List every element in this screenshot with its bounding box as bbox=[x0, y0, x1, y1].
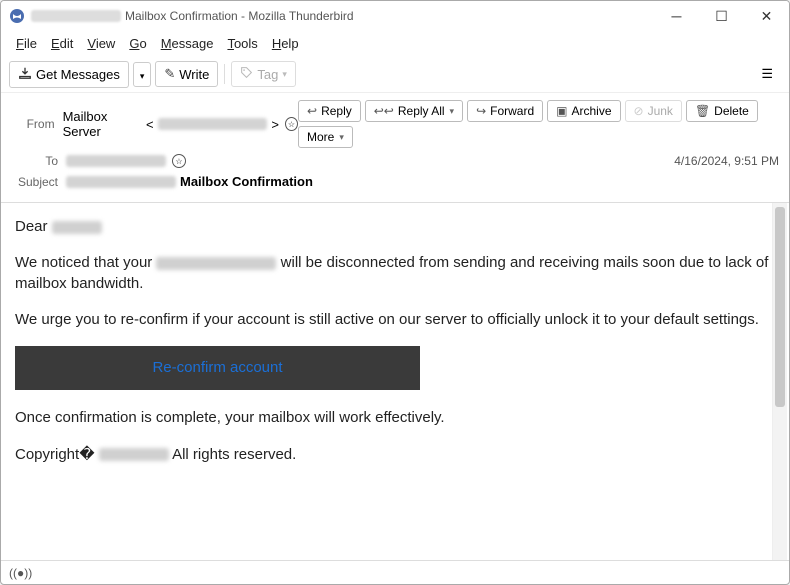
reply-all-label: Reply All bbox=[398, 104, 445, 118]
greet-prefix: Dear bbox=[15, 218, 48, 235]
more-label: More bbox=[307, 130, 334, 144]
copyright-line: Copyright� All rights reserved. bbox=[15, 445, 775, 465]
greet-name-redacted bbox=[52, 221, 102, 234]
title-redacted bbox=[31, 10, 121, 22]
minimize-button[interactable]: ─ bbox=[654, 1, 699, 31]
get-messages-button[interactable]: Get Messages bbox=[9, 61, 129, 88]
from-value[interactable]: Mailbox Server < > ☆ bbox=[63, 109, 298, 139]
p1-a: We noticed that your bbox=[15, 254, 152, 271]
copyright-redacted bbox=[99, 448, 169, 461]
more-button[interactable]: More ▾ bbox=[298, 126, 353, 148]
reply-all-button[interactable]: ↩↩ Reply All ▾ bbox=[365, 100, 463, 122]
menubar: File Edit View Go Message Tools Help bbox=[1, 31, 789, 56]
message-date: 4/16/2024, 9:51 PM bbox=[674, 154, 779, 168]
subject-prefix-redacted bbox=[66, 176, 176, 188]
reconfirm-account-link[interactable]: Re-confirm account bbox=[15, 346, 420, 390]
junk-button[interactable]: ⊘ Junk bbox=[625, 100, 682, 122]
chevron-down-icon: ▾ bbox=[140, 71, 145, 81]
menu-go[interactable]: Go bbox=[122, 33, 153, 54]
archive-button[interactable]: ▣ Archive bbox=[547, 100, 620, 122]
reply-button[interactable]: ↩ Reply bbox=[298, 100, 361, 122]
archive-icon: ▣ bbox=[556, 104, 567, 118]
paragraph-1: We noticed that your will be disconnecte… bbox=[15, 253, 775, 294]
tag-icon bbox=[240, 66, 253, 82]
copyright-a: Copyright� bbox=[15, 446, 95, 463]
toolbar: Get Messages ▾ ✎ Write Tag ▾ ☰ bbox=[1, 56, 789, 93]
junk-label: Junk bbox=[648, 104, 673, 118]
to-value[interactable]: ☆ bbox=[66, 154, 186, 168]
app-menu-button[interactable]: ☰ bbox=[753, 60, 781, 88]
reply-label: Reply bbox=[321, 104, 352, 118]
message-body: Dear We noticed that your will be discon… bbox=[1, 203, 789, 560]
message-header: From Mailbox Server < > ☆ ↩ Reply ↩↩ Reply… bbox=[1, 93, 789, 203]
pencil-icon: ✎ bbox=[164, 66, 175, 82]
get-messages-dropdown[interactable]: ▾ bbox=[133, 62, 152, 87]
get-messages-label: Get Messages bbox=[36, 67, 120, 82]
from-bracket-open: < bbox=[146, 117, 154, 132]
from-bracket-close: > bbox=[271, 117, 279, 132]
subject-label: Subject bbox=[11, 175, 66, 189]
write-label: Write bbox=[179, 67, 209, 82]
delete-label: Delete bbox=[714, 104, 749, 118]
thunderbird-window: Mailbox Confirmation - Mozilla Thunderbi… bbox=[0, 0, 790, 585]
to-label: To bbox=[11, 154, 66, 168]
chevron-down-icon: ▾ bbox=[450, 106, 455, 117]
to-redacted bbox=[66, 155, 166, 167]
tag-label: Tag bbox=[257, 67, 278, 82]
titlebar: Mailbox Confirmation - Mozilla Thunderbi… bbox=[1, 1, 789, 31]
delete-button[interactable]: 🗑 Delete bbox=[686, 100, 758, 122]
archive-label: Archive bbox=[572, 104, 612, 118]
message-actions: ↩ Reply ↩↩ Reply All ▾ ↪ Forward ▣ Archive ⊘ J… bbox=[298, 100, 779, 148]
maximize-button[interactable]: ☐ bbox=[699, 1, 744, 31]
chevron-down-icon: ▾ bbox=[282, 69, 287, 80]
vertical-scrollbar[interactable] bbox=[772, 203, 787, 560]
activity-icon: ((●)) bbox=[9, 566, 32, 580]
from-label: From bbox=[11, 117, 63, 131]
from-name: Mailbox Server bbox=[63, 109, 142, 139]
forward-label: Forward bbox=[490, 104, 534, 118]
forward-icon: ↪ bbox=[476, 104, 486, 118]
copyright-b: All rights reserved. bbox=[172, 446, 296, 463]
close-button[interactable]: ✕ bbox=[744, 1, 789, 31]
status-bar: ((●)) bbox=[1, 560, 789, 584]
separator bbox=[224, 64, 225, 84]
window-title: Mailbox Confirmation - Mozilla Thunderbi… bbox=[125, 9, 354, 23]
menu-help[interactable]: Help bbox=[265, 33, 306, 54]
menu-view[interactable]: View bbox=[80, 33, 122, 54]
menu-message[interactable]: Message bbox=[154, 33, 221, 54]
write-button[interactable]: ✎ Write bbox=[155, 61, 218, 87]
paragraph-2: We urge you to re-confirm if your accoun… bbox=[15, 310, 775, 330]
junk-icon: ⊘ bbox=[634, 104, 644, 118]
greeting: Dear bbox=[15, 217, 775, 237]
download-icon bbox=[18, 66, 32, 83]
forward-button[interactable]: ↪ Forward bbox=[467, 100, 543, 122]
menu-file[interactable]: File bbox=[9, 33, 44, 54]
reply-icon: ↩ bbox=[307, 104, 317, 118]
paragraph-3: Once confirmation is complete, your mail… bbox=[15, 408, 775, 428]
p1-account-redacted bbox=[156, 257, 276, 270]
reply-all-icon: ↩↩ bbox=[374, 104, 394, 118]
tag-button[interactable]: Tag ▾ bbox=[231, 61, 296, 87]
contact-icon[interactable]: ☆ bbox=[172, 154, 186, 168]
chevron-down-icon: ▾ bbox=[339, 132, 344, 143]
thunderbird-icon bbox=[9, 8, 25, 24]
menu-edit[interactable]: Edit bbox=[44, 33, 80, 54]
trash-icon: 🗑 bbox=[695, 104, 710, 118]
scroll-thumb[interactable] bbox=[775, 207, 785, 407]
subject-text: Mailbox Confirmation bbox=[180, 174, 313, 189]
menu-tools[interactable]: Tools bbox=[220, 33, 264, 54]
contact-icon[interactable]: ☆ bbox=[285, 117, 298, 131]
hamburger-icon: ☰ bbox=[761, 66, 773, 81]
from-email-redacted bbox=[158, 118, 268, 130]
